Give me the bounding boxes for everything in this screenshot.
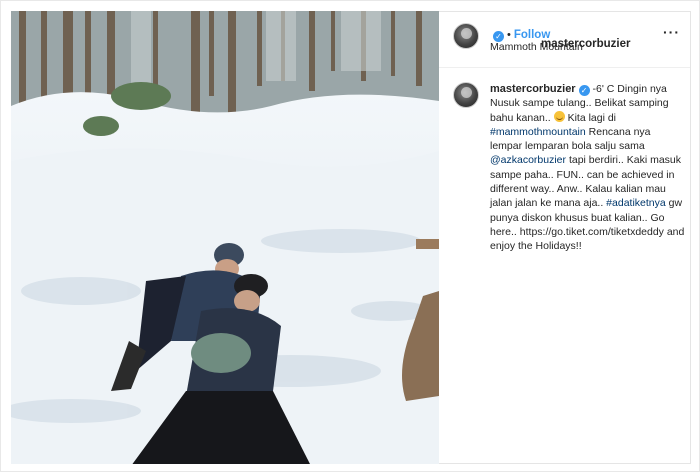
caption-username[interactable]: mastercorbuzier: [490, 83, 576, 95]
hashtag-link[interactable]: #mammothmountain: [490, 126, 586, 138]
location-link[interactable]: Mammoth Mountain: [490, 41, 583, 53]
snow-photo-illustration: [11, 11, 439, 464]
avatar[interactable]: [453, 23, 479, 49]
post-sidebar: mastercorbuzier ✓ • Follow Mammoth Mountain…: [439, 11, 691, 464]
separator-dot: •: [507, 29, 511, 41]
mention-link[interactable]: @azkacorbuzier: [490, 154, 566, 166]
caption-text: mastercorbuzier ✓ -6' C Dingin nya Nusuk …: [490, 82, 685, 254]
instagram-post: mastercorbuzier ✓ • Follow Mammoth Mountain…: [0, 0, 700, 472]
hashtag-link[interactable]: #adatiketnya: [606, 197, 666, 209]
caption-avatar[interactable]: [453, 82, 479, 108]
post-header: mastercorbuzier ✓ • Follow Mammoth Mountain…: [439, 12, 690, 68]
verified-badge-icon: ✓: [578, 85, 590, 96]
more-options-icon[interactable]: ···: [663, 24, 680, 40]
post-photo[interactable]: [11, 11, 439, 464]
caption-text-part: Kita lagi di: [567, 111, 617, 124]
smiling-emoji-icon: [553, 110, 565, 122]
